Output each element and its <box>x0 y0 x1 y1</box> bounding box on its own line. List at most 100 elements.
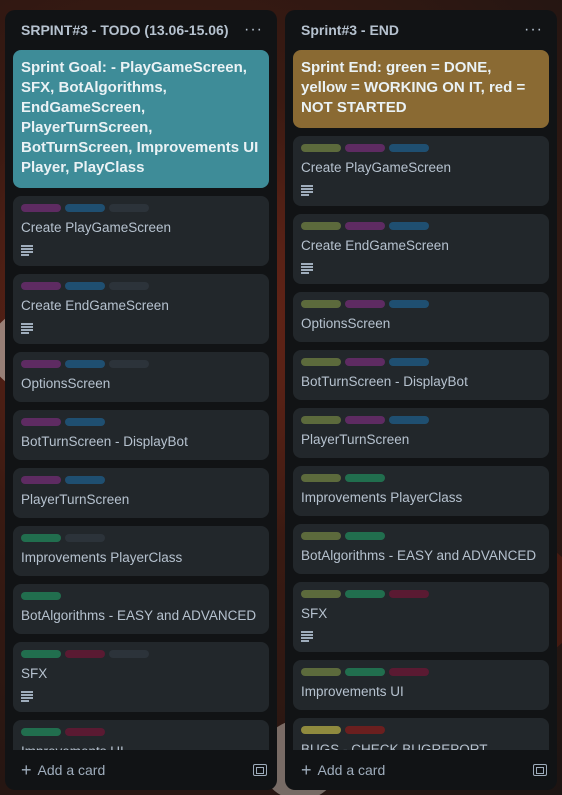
card[interactable]: OptionsScreen <box>13 352 269 402</box>
card-label[interactable] <box>345 358 385 366</box>
card-badges <box>301 628 541 644</box>
card[interactable]: Improvements UI <box>13 720 269 750</box>
cover-card[interactable]: Sprint Goal: - PlayGameScreen, SFX, BotA… <box>13 50 269 188</box>
card-label[interactable] <box>389 590 429 598</box>
card-label[interactable] <box>389 416 429 424</box>
plus-icon: + <box>21 760 32 780</box>
card[interactable]: BotTurnScreen - DisplayBot <box>293 350 549 400</box>
card-label[interactable] <box>389 222 429 230</box>
card-label[interactable] <box>21 592 61 600</box>
list-menu-icon[interactable]: ··· <box>520 19 547 41</box>
card-label[interactable] <box>65 360 105 368</box>
card[interactable]: PlayerTurnScreen <box>293 408 549 458</box>
card-label[interactable] <box>345 222 385 230</box>
card-label[interactable] <box>389 144 429 152</box>
card[interactable]: OptionsScreen <box>293 292 549 342</box>
card-label[interactable] <box>65 476 105 484</box>
card-labels <box>301 474 541 482</box>
card-label[interactable] <box>345 532 385 540</box>
card-label[interactable] <box>65 728 105 736</box>
card-title: BotTurnScreen - DisplayBot <box>21 434 188 449</box>
card-label[interactable] <box>65 204 105 212</box>
card-label[interactable] <box>345 416 385 424</box>
card-label[interactable] <box>21 282 61 290</box>
card-labels <box>21 418 261 426</box>
card-label[interactable] <box>345 668 385 676</box>
card-label[interactable] <box>389 358 429 366</box>
card-label[interactable] <box>21 534 61 542</box>
card[interactable]: Create PlayGameScreen <box>13 196 269 266</box>
card-label[interactable] <box>21 476 61 484</box>
card-label[interactable] <box>301 532 341 540</box>
add-card-label: Add a card <box>317 762 386 778</box>
card-labels <box>301 358 541 366</box>
add-card-button[interactable]: + Add a card <box>21 760 105 780</box>
card-label[interactable] <box>109 204 149 212</box>
card-label[interactable] <box>109 650 149 658</box>
card[interactable]: BotAlgorithms - EASY and ADVANCED <box>293 524 549 574</box>
card-label[interactable] <box>301 668 341 676</box>
card-label[interactable] <box>345 300 385 308</box>
card-title: Create PlayGameScreen <box>301 160 452 175</box>
description-icon <box>21 245 33 256</box>
card-label[interactable] <box>301 144 341 152</box>
card-label[interactable] <box>65 282 105 290</box>
description-icon <box>21 691 33 702</box>
card-title: OptionsScreen <box>21 376 111 391</box>
description-icon <box>301 631 313 642</box>
card[interactable]: PlayerTurnScreen <box>13 468 269 518</box>
card-label[interactable] <box>21 418 61 426</box>
card-label[interactable] <box>389 668 429 676</box>
card-labels <box>301 726 541 734</box>
card-label[interactable] <box>21 360 61 368</box>
card-badges <box>301 182 541 198</box>
card-template-icon[interactable] <box>533 764 547 776</box>
card-label[interactable] <box>65 534 105 542</box>
card-label[interactable] <box>345 726 385 734</box>
card-label[interactable] <box>301 358 341 366</box>
list-title[interactable]: SRPINT#3 - TODO (13.06-15.06) <box>21 22 228 38</box>
card[interactable]: BUGS - CHECK BUGREPORT <box>293 718 549 750</box>
card[interactable]: SFX <box>13 642 269 712</box>
card-label[interactable] <box>21 204 61 212</box>
card-label[interactable] <box>109 282 149 290</box>
card-label[interactable] <box>301 416 341 424</box>
list-menu-icon[interactable]: ··· <box>240 19 267 41</box>
list-todo: SRPINT#3 - TODO (13.06-15.06) ··· Sprint… <box>5 10 277 790</box>
card[interactable]: Create EndGameScreen <box>13 274 269 344</box>
card-labels <box>21 282 261 290</box>
list-title[interactable]: Sprint#3 - END <box>301 22 399 38</box>
card-label[interactable] <box>109 360 149 368</box>
card[interactable]: Improvements PlayerClass <box>293 466 549 516</box>
add-card-button[interactable]: + Add a card <box>301 760 386 780</box>
card-label[interactable] <box>301 300 341 308</box>
cover-card[interactable]: Sprint End: green = DONE, yellow = WORKI… <box>293 50 549 128</box>
card-label[interactable] <box>345 590 385 598</box>
card-template-icon[interactable] <box>253 764 267 776</box>
card-label[interactable] <box>345 144 385 152</box>
card-title: BotAlgorithms - EASY and ADVANCED <box>301 548 537 563</box>
card-label[interactable] <box>301 474 341 482</box>
card-label[interactable] <box>65 650 105 658</box>
card-label[interactable] <box>345 474 385 482</box>
card-label[interactable] <box>301 222 341 230</box>
card-title: BotAlgorithms - EASY and ADVANCED <box>21 608 257 623</box>
card[interactable]: Create EndGameScreen <box>293 214 549 284</box>
card[interactable]: Improvements UI <box>293 660 549 710</box>
list-end: Sprint#3 - END ··· Sprint End: green = D… <box>285 10 557 790</box>
card-label[interactable] <box>301 590 341 598</box>
card-label[interactable] <box>65 418 105 426</box>
plus-icon: + <box>301 760 312 780</box>
card-labels <box>21 650 261 658</box>
card-list: Sprint Goal: - PlayGameScreen, SFX, BotA… <box>5 50 277 750</box>
card[interactable]: BotTurnScreen - DisplayBot <box>13 410 269 460</box>
card-label[interactable] <box>21 650 61 658</box>
card[interactable]: BotAlgorithms - EASY and ADVANCED <box>13 584 269 634</box>
card-label[interactable] <box>389 300 429 308</box>
card[interactable]: SFX <box>293 582 549 652</box>
card-label[interactable] <box>301 726 341 734</box>
card[interactable]: Improvements PlayerClass <box>13 526 269 576</box>
card-label[interactable] <box>21 728 61 736</box>
card[interactable]: Create PlayGameScreen <box>293 136 549 206</box>
card-title: PlayerTurnScreen <box>301 432 410 447</box>
